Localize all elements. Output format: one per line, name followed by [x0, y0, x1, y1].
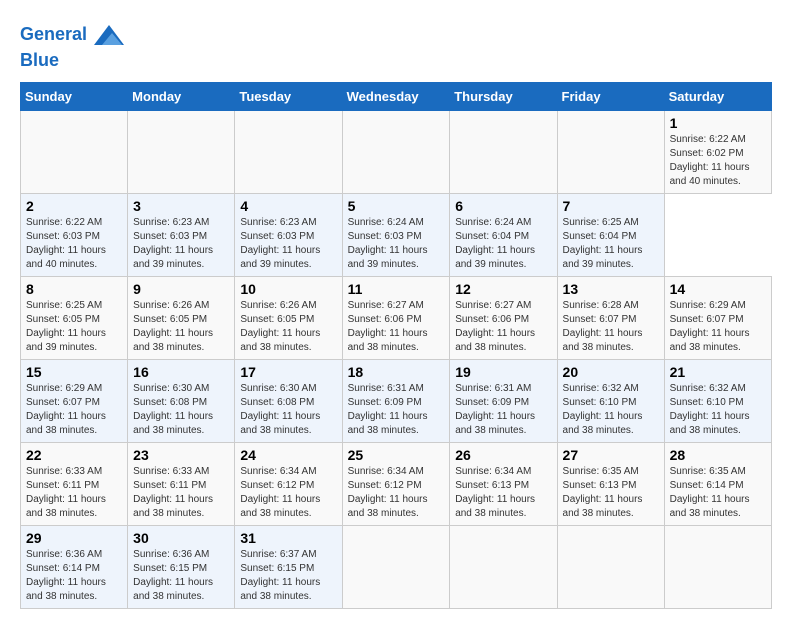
empty-cell [557, 525, 664, 608]
calendar-day: 5Sunrise: 6:24 AMSunset: 6:03 PMDaylight… [342, 193, 450, 276]
calendar-day: 30Sunrise: 6:36 AMSunset: 6:15 PMDayligh… [128, 525, 235, 608]
calendar-day: 28Sunrise: 6:35 AMSunset: 6:14 PMDayligh… [664, 442, 771, 525]
calendar-day: 25Sunrise: 6:34 AMSunset: 6:12 PMDayligh… [342, 442, 450, 525]
calendar-day: 19Sunrise: 6:31 AMSunset: 6:09 PMDayligh… [450, 359, 557, 442]
calendar-week-row: 29Sunrise: 6:36 AMSunset: 6:14 PMDayligh… [21, 525, 772, 608]
calendar-table: SundayMondayTuesdayWednesdayThursdayFrid… [20, 82, 772, 609]
empty-cell [450, 525, 557, 608]
calendar-day: 23Sunrise: 6:33 AMSunset: 6:11 PMDayligh… [128, 442, 235, 525]
calendar-day: 15Sunrise: 6:29 AMSunset: 6:07 PMDayligh… [21, 359, 128, 442]
weekday-header: Friday [557, 82, 664, 110]
weekday-header: Sunday [21, 82, 128, 110]
empty-cell [450, 110, 557, 193]
calendar-week-row: 15Sunrise: 6:29 AMSunset: 6:07 PMDayligh… [21, 359, 772, 442]
calendar-day: 2Sunrise: 6:22 AMSunset: 6:03 PMDaylight… [21, 193, 128, 276]
calendar-day: 7Sunrise: 6:25 AMSunset: 6:04 PMDaylight… [557, 193, 664, 276]
calendar-day: 29Sunrise: 6:36 AMSunset: 6:14 PMDayligh… [21, 525, 128, 608]
calendar-week-row: 22Sunrise: 6:33 AMSunset: 6:11 PMDayligh… [21, 442, 772, 525]
calendar-day: 4Sunrise: 6:23 AMSunset: 6:03 PMDaylight… [235, 193, 342, 276]
calendar-week-row: 1Sunrise: 6:22 AMSunset: 6:02 PMDaylight… [21, 110, 772, 193]
calendar-day: 24Sunrise: 6:34 AMSunset: 6:12 PMDayligh… [235, 442, 342, 525]
calendar-day: 31Sunrise: 6:37 AMSunset: 6:15 PMDayligh… [235, 525, 342, 608]
calendar-day: 6Sunrise: 6:24 AMSunset: 6:04 PMDaylight… [450, 193, 557, 276]
calendar-day: 13Sunrise: 6:28 AMSunset: 6:07 PMDayligh… [557, 276, 664, 359]
empty-cell [342, 525, 450, 608]
weekday-header: Wednesday [342, 82, 450, 110]
calendar-day: 3Sunrise: 6:23 AMSunset: 6:03 PMDaylight… [128, 193, 235, 276]
calendar-day: 22Sunrise: 6:33 AMSunset: 6:11 PMDayligh… [21, 442, 128, 525]
page-header: General Blue [20, 20, 772, 72]
empty-cell [664, 525, 771, 608]
calendar-header: SundayMondayTuesdayWednesdayThursdayFrid… [21, 82, 772, 110]
calendar-week-row: 2Sunrise: 6:22 AMSunset: 6:03 PMDaylight… [21, 193, 772, 276]
calendar-day: 27Sunrise: 6:35 AMSunset: 6:13 PMDayligh… [557, 442, 664, 525]
empty-cell [557, 110, 664, 193]
calendar-day: 20Sunrise: 6:32 AMSunset: 6:10 PMDayligh… [557, 359, 664, 442]
logo-subtext: Blue [20, 50, 124, 72]
empty-cell [128, 110, 235, 193]
calendar-day: 21Sunrise: 6:32 AMSunset: 6:10 PMDayligh… [664, 359, 771, 442]
calendar-day: 18Sunrise: 6:31 AMSunset: 6:09 PMDayligh… [342, 359, 450, 442]
calendar-day: 8Sunrise: 6:25 AMSunset: 6:05 PMDaylight… [21, 276, 128, 359]
empty-cell [235, 110, 342, 193]
empty-cell [21, 110, 128, 193]
logo: General Blue [20, 20, 124, 72]
logo-text: General [20, 20, 124, 50]
weekday-header: Saturday [664, 82, 771, 110]
calendar-day: 17Sunrise: 6:30 AMSunset: 6:08 PMDayligh… [235, 359, 342, 442]
empty-cell [342, 110, 450, 193]
calendar-day: 26Sunrise: 6:34 AMSunset: 6:13 PMDayligh… [450, 442, 557, 525]
calendar-day: 12Sunrise: 6:27 AMSunset: 6:06 PMDayligh… [450, 276, 557, 359]
weekday-header: Monday [128, 82, 235, 110]
calendar-day: 16Sunrise: 6:30 AMSunset: 6:08 PMDayligh… [128, 359, 235, 442]
calendar-day: 9Sunrise: 6:26 AMSunset: 6:05 PMDaylight… [128, 276, 235, 359]
weekday-header: Thursday [450, 82, 557, 110]
calendar-day: 11Sunrise: 6:27 AMSunset: 6:06 PMDayligh… [342, 276, 450, 359]
calendar-week-row: 8Sunrise: 6:25 AMSunset: 6:05 PMDaylight… [21, 276, 772, 359]
calendar-day: 14Sunrise: 6:29 AMSunset: 6:07 PMDayligh… [664, 276, 771, 359]
calendar-day: 10Sunrise: 6:26 AMSunset: 6:05 PMDayligh… [235, 276, 342, 359]
weekday-header: Tuesday [235, 82, 342, 110]
calendar-day: 1Sunrise: 6:22 AMSunset: 6:02 PMDaylight… [664, 110, 771, 193]
